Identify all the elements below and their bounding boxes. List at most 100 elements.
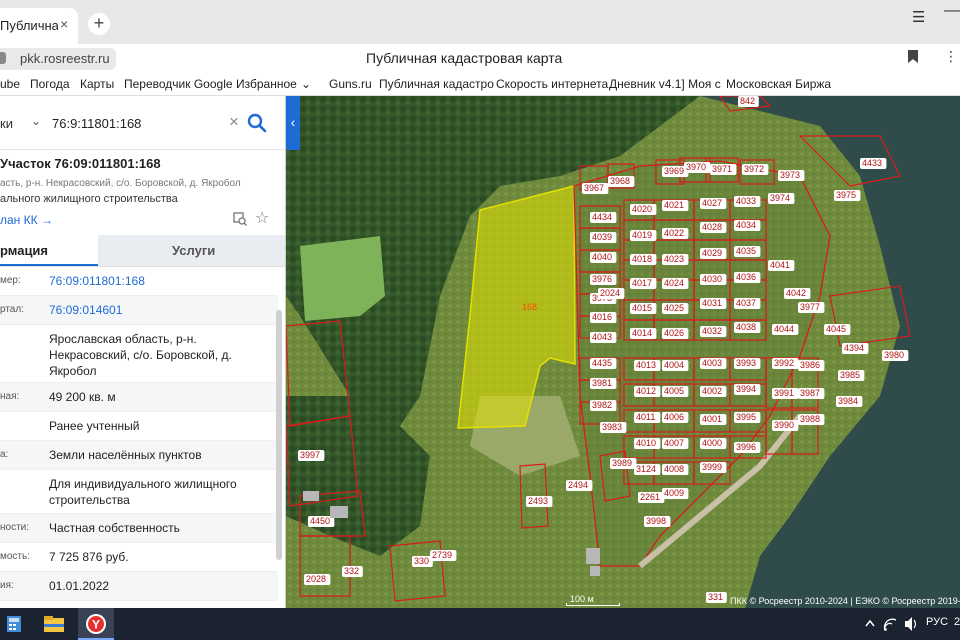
parcel-label: 4030	[700, 274, 727, 285]
parcel-label-text: 4036	[736, 272, 756, 282]
clear-search-icon[interactable]: ×	[229, 112, 239, 132]
file-explorer-icon[interactable]	[42, 608, 66, 640]
yandex-browser-icon[interactable]: Y	[78, 608, 114, 640]
parcel-label-text: 4008	[664, 464, 684, 474]
attribute-label: ности:	[0, 522, 30, 533]
object-address: асть, р-н. Некрасовский, с/о. Боровской,…	[0, 178, 241, 189]
parcel-label-text: 3968	[610, 176, 630, 186]
browser-tab-bar	[0, 0, 960, 44]
lock-icon	[0, 52, 6, 64]
attribute-value: Для индивидуального жилищного строительс…	[49, 477, 237, 507]
parcel-label-text: 2739	[432, 550, 452, 560]
parcel-label: 3989	[610, 458, 637, 469]
parcel-label-text: 3997	[300, 450, 320, 460]
clock[interactable]: 2	[954, 616, 960, 628]
copy-icon[interactable]	[233, 212, 247, 226]
parcel-label-text: 4022	[664, 228, 684, 238]
parcel-label: 4433	[860, 158, 887, 169]
cadastral-plan-link[interactable]: лан КК →	[0, 213, 53, 227]
tab-services[interactable]: Услуги	[98, 235, 285, 266]
attribute-row: ности: Частная собственность	[0, 514, 278, 543]
bookmark-translate[interactable]: Переводчик Google	[124, 77, 233, 91]
parcel-label: 2494	[566, 480, 593, 491]
volume-icon[interactable]	[902, 608, 920, 640]
parcel-label: 3997	[298, 450, 325, 461]
parcel-label: 4010	[634, 438, 661, 449]
parcel-label: 4018	[630, 254, 657, 265]
parcel-label-text: 331	[708, 592, 723, 602]
search-icon[interactable]	[246, 112, 268, 134]
parcel-label-text: 4005	[664, 386, 684, 396]
parcel-label-text: 3981	[592, 378, 612, 388]
parcel-label: 4394	[842, 343, 869, 354]
attribute-value-link[interactable]: 76:09:011801:168	[49, 273, 275, 289]
attribute-row: Ярославская область, р-н. Некрасовский, …	[0, 325, 278, 383]
more-options-icon[interactable]: ⋮	[944, 48, 958, 65]
bookmark-favorites[interactable]: Избранное	[236, 77, 297, 91]
parcel-label-text: 3986	[800, 360, 820, 370]
favorites-chevron-icon[interactable]: ⌄	[301, 77, 311, 91]
parcel-label: 3994	[734, 384, 761, 395]
tab-services-label: Услуги	[172, 243, 216, 258]
parcel-label-text: 4016	[592, 312, 612, 322]
bookmark-diary[interactable]: Дневник v4.1] Моя с	[609, 77, 721, 91]
parcel-label: 4000	[700, 438, 727, 449]
parcel-label: 3124	[634, 464, 661, 475]
tab-title: Публичная кадастровая	[0, 18, 58, 33]
attribute-row: мер: 76:09:011801:168	[0, 267, 278, 296]
parcel-label: 3991	[772, 388, 799, 399]
parcel-label-text: 4434	[592, 212, 612, 222]
attribute-label: мер:	[0, 275, 21, 286]
parcel-label: 4038	[734, 322, 761, 333]
bookmark-exchange[interactable]: Московская Биржа	[726, 77, 831, 91]
parcel-label: 2024	[598, 288, 625, 299]
parcel-label: 3973	[778, 170, 805, 181]
search-scope-select[interactable]: ки	[0, 116, 13, 131]
panel-scrollbar[interactable]	[276, 310, 282, 560]
calculator-icon[interactable]	[4, 608, 24, 640]
attribute-value: 49 200 кв. м	[49, 390, 116, 404]
parcel-label-text: 2494	[568, 480, 588, 490]
svg-text:Y: Y	[92, 618, 100, 632]
parcel-label-text: 4035	[736, 246, 756, 256]
parcel-label: 3976	[590, 274, 617, 285]
attribute-value-link[interactable]: 76:09:014601	[49, 302, 275, 318]
parcel-label-text: 3982	[592, 400, 612, 410]
parcel-label: 3995	[734, 412, 761, 423]
bookmark-youtube[interactable]: ube	[0, 77, 20, 91]
attribute-value: Ярославская область, р-н. Некрасовский, …	[49, 332, 232, 378]
bookmark-cadastral[interactable]: Публичная кадастро	[379, 77, 494, 91]
wifi-icon[interactable]	[882, 608, 900, 640]
parcel-label-text: 4007	[664, 438, 684, 448]
star-icon[interactable]: ☆	[255, 208, 269, 228]
parcel-label-text: 4031	[702, 298, 722, 308]
browser-tab[interactable]: Публичная кадастровая ×	[0, 8, 78, 44]
collapse-panel-button[interactable]: ‹	[286, 96, 300, 150]
language-indicator[interactable]: РУС	[926, 616, 948, 628]
browser-menu-icon[interactable]: ☰	[912, 8, 925, 26]
bookmark-speedtest[interactable]: Скорость интернета	[496, 77, 608, 91]
minimize-icon[interactable]: —	[944, 2, 960, 20]
url-text[interactable]: pkk.rosreestr.ru	[20, 51, 110, 66]
bookmark-weather[interactable]: Погода	[30, 77, 70, 91]
parcel-label-text: 4011	[636, 412, 655, 422]
tab-close-icon[interactable]: ×	[60, 16, 68, 32]
parcel-label-text: 3983	[602, 422, 622, 432]
new-tab-button[interactable]: +	[88, 13, 110, 35]
parcel-label-text: 4435	[592, 358, 612, 368]
parcel-label-text: 4009	[664, 488, 684, 498]
parcel-label: 4033	[734, 196, 761, 207]
taskbar	[0, 608, 960, 640]
chevron-up-icon[interactable]	[862, 608, 878, 640]
search-area: ки ⌄ 76:9:11801:168 ×	[0, 96, 285, 150]
parcel-label: 4042	[784, 288, 811, 299]
parcel-label: 4025	[662, 303, 689, 314]
parcel-label: 3996	[734, 442, 761, 453]
parcel-label-text: 4044	[774, 324, 794, 334]
parcel-label-text: 4043	[592, 332, 612, 342]
bookmark-maps[interactable]: Карты	[80, 77, 114, 91]
bookmark-guns[interactable]: Guns.ru	[329, 77, 372, 91]
tab-information[interactable]: рмация	[0, 235, 98, 266]
chevron-down-icon[interactable]: ⌄	[31, 114, 41, 128]
search-input[interactable]: 76:9:11801:168	[52, 116, 141, 131]
